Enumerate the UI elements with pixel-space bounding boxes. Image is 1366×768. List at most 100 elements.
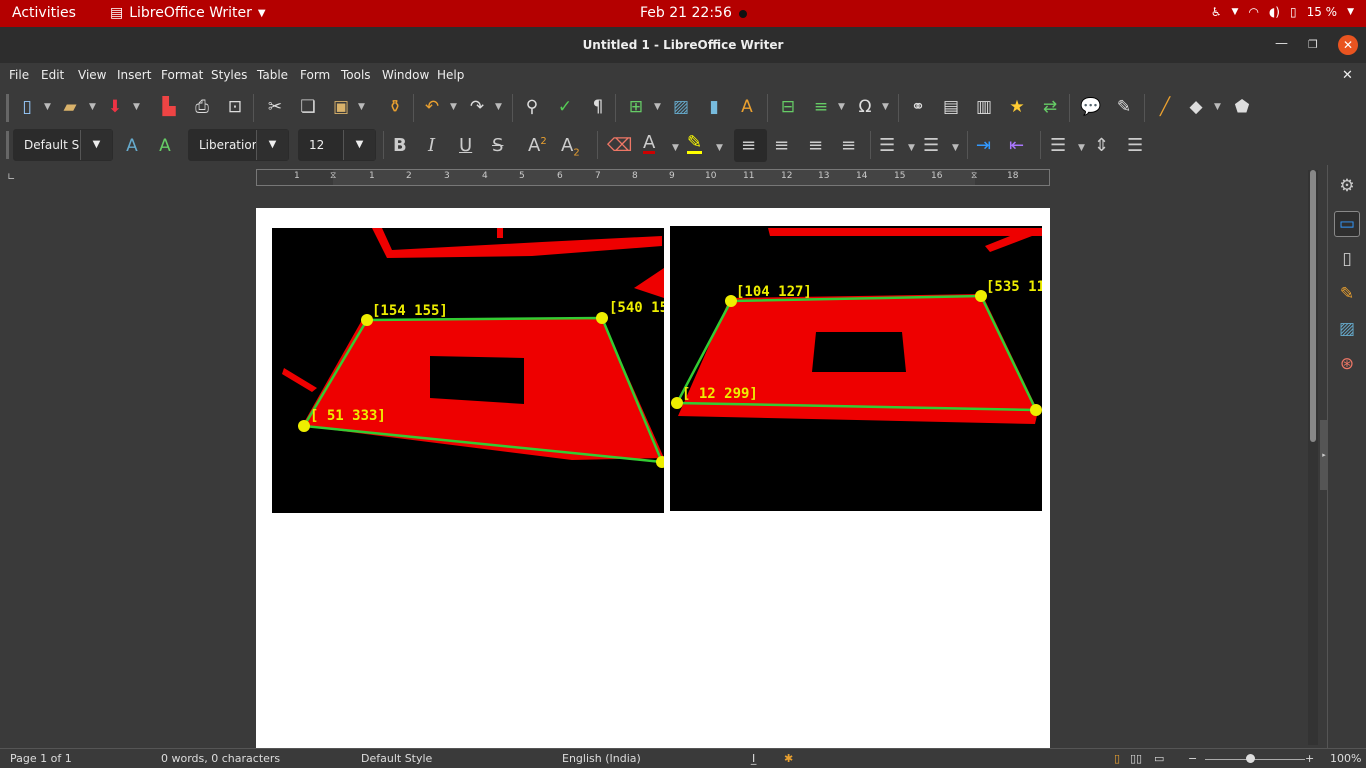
insert-special-character-icon[interactable]: Ω	[853, 95, 877, 119]
menu-window[interactable]: Window	[382, 68, 429, 82]
left-indent-marker[interactable]: ⧖	[330, 171, 336, 181]
new-document-icon[interactable]: ▯	[15, 95, 39, 119]
new-style-icon[interactable]: A	[153, 134, 177, 158]
clear-formatting-icon[interactable]: ⌫	[607, 135, 632, 156]
app-menu[interactable]: ▤ LibreOffice Writer ▼	[110, 5, 266, 21]
font-color-button[interactable]: A	[643, 134, 656, 154]
scrollbar-thumb[interactable]	[1310, 170, 1316, 442]
insert-bookmark-icon[interactable]: ★	[1005, 95, 1029, 119]
system-tray[interactable]: ♿ ▼ ◠ ◖) ▯ 15 % ▼	[1211, 5, 1354, 19]
insert-image-icon[interactable]: ▨	[669, 95, 693, 119]
chevron-down-icon[interactable]: ▼	[80, 130, 112, 160]
right-indent-marker[interactable]: ⧖	[971, 171, 977, 181]
chevron-down-icon[interactable]: ▼	[89, 102, 96, 112]
spelling-icon[interactable]: ✓	[553, 95, 577, 119]
clone-formatting-icon[interactable]: ⚱	[383, 95, 407, 119]
cut-icon[interactable]: ✂	[263, 95, 287, 119]
menu-file[interactable]: File	[9, 68, 29, 82]
export-pdf-icon[interactable]: ▙	[157, 95, 181, 119]
minimize-button[interactable]: —	[1275, 36, 1288, 51]
vertical-scrollbar[interactable]	[1308, 170, 1318, 745]
paste-icon[interactable]: ▣	[329, 95, 353, 119]
wifi-icon[interactable]: ◠	[1248, 5, 1258, 19]
chevron-down-icon[interactable]: ▼	[495, 102, 502, 112]
accessibility-icon[interactable]: ♿	[1211, 5, 1222, 19]
maximize-button[interactable]: ❐	[1308, 38, 1318, 51]
font-name-combo[interactable]: Liberatior ▼	[188, 129, 289, 161]
horizontal-ruler[interactable]: 1 ⧖ 1 2 3 4 5 6 7 8 9 10 11 12 13 14 15 …	[256, 169, 1050, 186]
insert-page-break-icon[interactable]: ⊟	[776, 95, 800, 119]
superscript-button[interactable]: A2	[528, 135, 547, 156]
insert-textbox-icon[interactable]: A	[735, 95, 759, 119]
bold-button[interactable]: B	[393, 135, 407, 156]
styles-icon[interactable]: ✎	[1334, 281, 1360, 307]
font-size-combo[interactable]: 12 ▼	[298, 129, 376, 161]
chevron-down-icon[interactable]: ▼	[1214, 102, 1221, 112]
menu-view[interactable]: View	[78, 68, 106, 82]
align-center-button[interactable]: ≡	[774, 135, 789, 156]
page-count[interactable]: Page 1 of 1	[10, 752, 72, 765]
redo-icon[interactable]: ↷	[465, 95, 489, 119]
book-view-icon[interactable]: ▭	[1154, 752, 1164, 765]
insert-field-icon[interactable]: ≡	[809, 95, 833, 119]
insert-line-icon[interactable]: ╱	[1153, 95, 1177, 119]
tab-stop-selector[interactable]: ∟	[7, 172, 15, 183]
insert-footnote-icon[interactable]: ▤	[939, 95, 963, 119]
chevron-down-icon[interactable]: ▼	[1078, 143, 1085, 153]
close-window-button[interactable]: ✕	[1338, 35, 1358, 55]
open-folder-icon[interactable]: ▰	[58, 95, 82, 119]
zoom-slider-knob[interactable]	[1246, 754, 1255, 763]
document-modified-icon[interactable]: ✱	[784, 752, 793, 765]
increase-paragraph-spacing-icon[interactable]: ⇕	[1094, 135, 1109, 156]
insert-comment-icon[interactable]: 💬	[1079, 95, 1103, 119]
insert-chart-icon[interactable]: ▮	[702, 95, 726, 119]
navigator-icon[interactable]: ⊛	[1334, 351, 1360, 377]
chevron-down-icon[interactable]: ▼	[654, 102, 661, 112]
insert-mode-icon[interactable]: I̲	[752, 752, 755, 765]
multi-page-view-icon[interactable]: ▯▯	[1130, 752, 1142, 765]
menu-insert[interactable]: Insert	[117, 68, 151, 82]
copy-icon[interactable]: ❏	[296, 95, 320, 119]
chevron-down-icon[interactable]: ▼	[908, 143, 915, 153]
chevron-down-icon[interactable]: ▼	[672, 143, 679, 153]
menu-form[interactable]: Form	[300, 68, 330, 82]
chevron-down-icon[interactable]: ▼	[838, 102, 845, 112]
highlight-color-button[interactable]: ✎	[687, 134, 703, 154]
clock[interactable]: Feb 21 22:56	[640, 5, 732, 21]
page-icon[interactable]: ▯	[1334, 246, 1360, 272]
undo-icon[interactable]: ↶	[420, 95, 444, 119]
align-right-button[interactable]: ≡	[808, 135, 823, 156]
line-spacing-icon[interactable]: ☰	[1050, 135, 1066, 156]
chevron-down-icon[interactable]: ▼	[882, 102, 889, 112]
menu-help[interactable]: Help	[437, 68, 464, 82]
zoom-out-icon[interactable]: −	[1188, 752, 1197, 765]
chevron-down-icon[interactable]: ▼	[952, 143, 959, 153]
gear-icon[interactable]: ⚙	[1334, 173, 1360, 199]
find-replace-icon[interactable]: ⚲	[520, 95, 544, 119]
justify-button[interactable]: ≡	[841, 135, 856, 156]
menu-table[interactable]: Table	[257, 68, 288, 82]
chevron-down-icon[interactable]: ▼	[44, 102, 51, 112]
ordered-list-button[interactable]: ☰	[923, 135, 939, 156]
print-icon[interactable]: ⎙	[190, 95, 214, 119]
chevron-down-icon[interactable]: ▼	[343, 130, 375, 160]
print-preview-icon[interactable]: ⊡	[223, 95, 247, 119]
paragraph-style-combo[interactable]: Default Sl ▼	[13, 129, 113, 161]
chevron-down-icon[interactable]: ▼	[450, 102, 457, 112]
insert-table-icon[interactable]: ⊞	[624, 95, 648, 119]
menu-tools[interactable]: Tools	[341, 68, 371, 82]
menu-format[interactable]: Format	[161, 68, 203, 82]
strikethrough-button[interactable]: S	[492, 135, 503, 156]
italic-button[interactable]: I	[428, 135, 435, 156]
gallery-icon[interactable]: ▨	[1334, 316, 1360, 342]
right-image[interactable]: [104 127] [535 119 [ 12 299]	[670, 226, 1042, 511]
sidebar-collapse-handle[interactable]: ▸	[1320, 420, 1328, 490]
formatting-marks-icon[interactable]: ¶	[586, 95, 610, 119]
volume-icon[interactable]: ◖)	[1269, 5, 1280, 19]
decrease-paragraph-spacing-icon[interactable]: ☰	[1127, 135, 1143, 156]
chevron-down-icon[interactable]: ▼	[716, 143, 723, 153]
subscript-button[interactable]: A2	[561, 135, 580, 159]
zoom-slider[interactable]	[1205, 759, 1305, 760]
increase-indent-icon[interactable]: ⇥	[976, 135, 991, 156]
language[interactable]: English (India)	[562, 752, 641, 765]
